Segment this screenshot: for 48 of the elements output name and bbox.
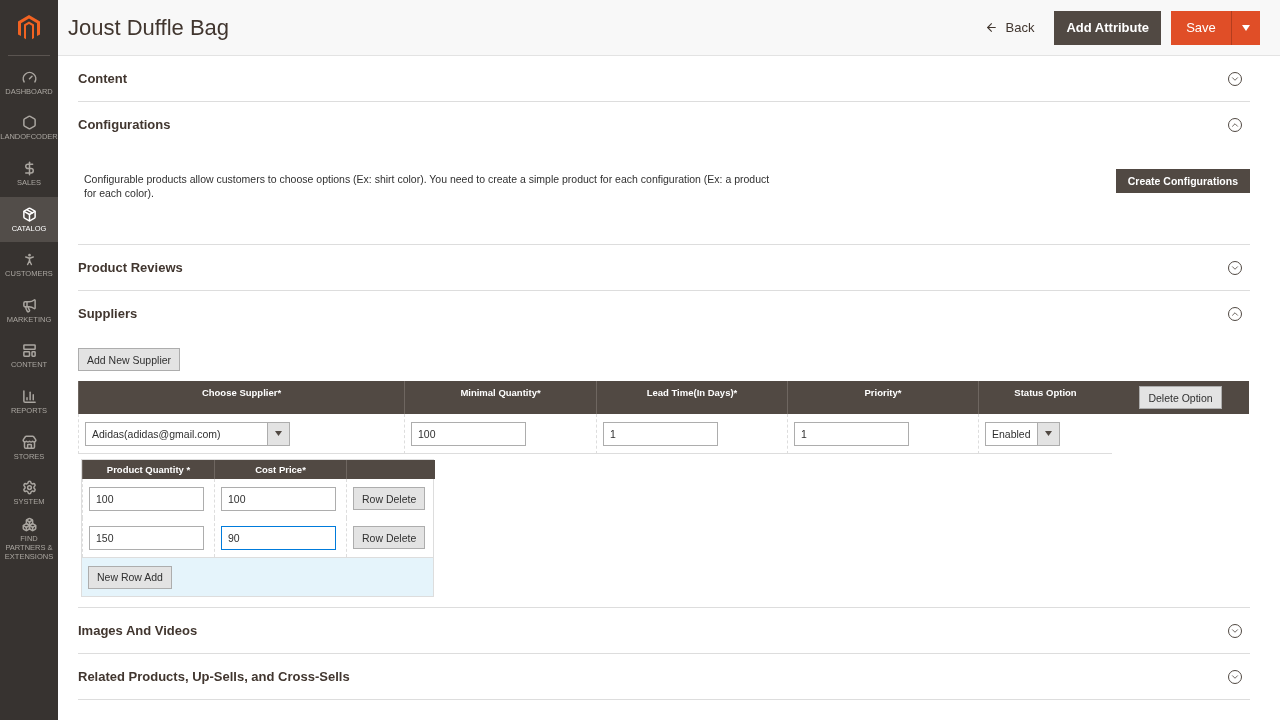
new-row-add-button[interactable]: New Row Add (88, 565, 172, 589)
box-icon (21, 206, 37, 222)
create-configurations-button[interactable]: Create Configurations (1115, 169, 1250, 193)
gauge-icon (21, 69, 37, 85)
row-delete-button[interactable]: Row Delete (353, 526, 426, 550)
logo-icon (18, 14, 40, 41)
section-title[interactable]: Images And Videos (78, 623, 198, 639)
add-supplier-button[interactable]: Add New Supplier (78, 348, 181, 372)
save-options-button[interactable] (1231, 10, 1260, 45)
settings-icon (21, 480, 37, 496)
supplier-select[interactable]: Adidas(adidas@gmail.com) (85, 421, 290, 446)
back-link[interactable]: Back (984, 20, 1035, 35)
column-header: Cost Price* (214, 460, 346, 480)
lead-time-field[interactable]: 1 (603, 421, 718, 446)
megaphone-icon (21, 297, 37, 313)
bar-chart-icon (21, 388, 37, 404)
section-title[interactable]: Product Reviews (78, 260, 183, 276)
page-title: Joust Duffle Bag (68, 14, 231, 41)
column-header: Product Quantity * (82, 460, 214, 480)
arrow-left-icon (984, 21, 998, 34)
store-icon (21, 434, 37, 450)
caret-icon (1242, 24, 1250, 31)
column-header: Status Option (978, 381, 1112, 415)
caret-icon (275, 431, 282, 437)
save-button[interactable]: Save (1171, 10, 1231, 45)
section-description: Configurable products allow customers to choose options (Ex: shirt color). You need to create a simple product for each configuration (Ex: a product for each color). (84, 172, 771, 201)
column-header: Minimal Quantity* (404, 381, 596, 415)
status-select[interactable]: Enabled (985, 421, 1060, 446)
section-title[interactable]: Suppliers (78, 306, 138, 322)
minimal-quantity-field[interactable]: 100 (411, 421, 526, 446)
column-header: Choose Supplier* (78, 381, 404, 415)
row-delete-button[interactable]: Row Delete (353, 487, 426, 511)
cost-price-field[interactable]: 100 (221, 486, 336, 511)
product-quantity-field[interactable]: 100 (89, 486, 204, 511)
column-header: Lead Time(In Days)* (596, 381, 787, 415)
hexagon-icon (21, 115, 37, 131)
product-quantity-field[interactable]: 150 (89, 525, 204, 550)
section-title[interactable]: Related Products, Up-Sells, and Cross-Sells (78, 669, 350, 685)
section-title[interactable]: Configurations (78, 117, 171, 132)
delete-option-button[interactable]: Delete Option (1139, 386, 1222, 410)
layout-icon (21, 343, 37, 359)
caret-icon (1045, 431, 1052, 437)
section-title[interactable]: Content (78, 71, 128, 86)
add-attribute-button[interactable]: Add Attribute (1054, 10, 1161, 45)
column-header: Priority* (787, 381, 978, 415)
blocks-icon (21, 516, 37, 532)
priority-field[interactable]: 1 (794, 421, 909, 446)
cost-price-field[interactable]: 90 (221, 525, 336, 550)
